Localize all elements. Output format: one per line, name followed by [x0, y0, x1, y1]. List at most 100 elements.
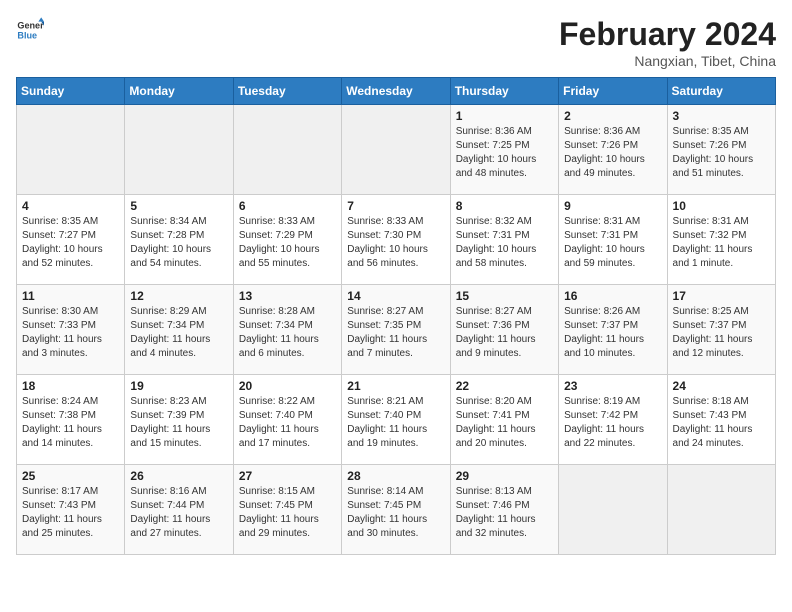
day-number: 5	[130, 199, 227, 213]
calendar-cell: 16 Sunrise: 8:26 AM Sunset: 7:37 PM Dayli…	[559, 285, 667, 375]
day-info: Sunrise: 8:30 AM Sunset: 7:33 PM Dayligh…	[22, 305, 119, 361]
day-number: 24	[673, 379, 770, 393]
day-number: 17	[673, 289, 770, 303]
calendar-cell: 14 Sunrise: 8:27 AM Sunset: 7:35 PM Dayli…	[342, 285, 450, 375]
calendar-cell: 21Sunrise: 8:21 AM Sunset: 7:40 PM Dayli…	[342, 375, 450, 465]
svg-text:Blue: Blue	[17, 30, 37, 40]
day-number: 12	[130, 289, 227, 303]
calendar-cell: 24 Sunrise: 8:18 AM Sunset: 7:43 PM Dayli…	[667, 375, 775, 465]
day-number: 3	[673, 109, 770, 123]
calendar-cell: 27 Sunrise: 8:15 AM Sunset: 7:45 PM Dayli…	[233, 465, 341, 555]
calendar-cell: 25 Sunrise: 8:17 AM Sunset: 7:43 PM Dayli…	[17, 465, 125, 555]
calendar-cell: 15Sunrise: 8:27 AM Sunset: 7:36 PM Dayli…	[450, 285, 558, 375]
calendar-table: SundayMondayTuesdayWednesdayThursdayFrid…	[16, 77, 776, 555]
day-number: 16	[564, 289, 661, 303]
calendar-cell	[342, 105, 450, 195]
day-info: Sunrise: 8:22 AM Sunset: 7:40 PM Dayligh…	[239, 395, 336, 451]
calendar-cell: 29 Sunrise: 8:13 AM Sunset: 7:46 PM Dayli…	[450, 465, 558, 555]
day-number: 25	[22, 469, 119, 483]
day-number: 14	[347, 289, 444, 303]
day-info: Sunrise: 8:34 AM Sunset: 7:28 PM Dayligh…	[130, 215, 227, 271]
calendar-cell: 8 Sunrise: 8:32 AM Sunset: 7:31 PM Daylig…	[450, 195, 558, 285]
calendar-cell: 23 Sunrise: 8:19 AM Sunset: 7:42 PM Dayli…	[559, 375, 667, 465]
calendar-cell: 28 Sunrise: 8:14 AM Sunset: 7:45 PM Dayli…	[342, 465, 450, 555]
day-info: Sunrise: 8:35 AM Sunset: 7:26 PM Dayligh…	[673, 125, 770, 181]
day-number: 28	[347, 469, 444, 483]
weekday-header-saturday: Saturday	[667, 78, 775, 105]
calendar-cell: 19 Sunrise: 8:23 AM Sunset: 7:39 PM Dayli…	[125, 375, 233, 465]
calendar-cell	[125, 105, 233, 195]
weekday-header-thursday: Thursday	[450, 78, 558, 105]
location-subtitle: Nangxian, Tibet, China	[559, 53, 776, 69]
calendar-cell	[17, 105, 125, 195]
day-info: Sunrise: 8:36 AM Sunset: 7:25 PM Dayligh…	[456, 125, 553, 181]
svg-text:General: General	[17, 21, 44, 31]
calendar-week-5: 25 Sunrise: 8:17 AM Sunset: 7:43 PM Dayli…	[17, 465, 776, 555]
day-info: Sunrise: 8:33 AM Sunset: 7:30 PM Dayligh…	[347, 215, 444, 271]
day-number: 29	[456, 469, 553, 483]
calendar-week-2: 4Sunrise: 8:35 AM Sunset: 7:27 PM Daylig…	[17, 195, 776, 285]
day-info: Sunrise: 8:15 AM Sunset: 7:45 PM Dayligh…	[239, 485, 336, 541]
calendar-cell: 4Sunrise: 8:35 AM Sunset: 7:27 PM Daylig…	[17, 195, 125, 285]
day-number: 1	[456, 109, 553, 123]
day-info: Sunrise: 8:32 AM Sunset: 7:31 PM Dayligh…	[456, 215, 553, 271]
page-header: General Blue February 2024 Nangxian, Tib…	[16, 16, 776, 69]
weekday-header-tuesday: Tuesday	[233, 78, 341, 105]
day-number: 9	[564, 199, 661, 213]
day-info: Sunrise: 8:18 AM Sunset: 7:43 PM Dayligh…	[673, 395, 770, 451]
day-number: 18	[22, 379, 119, 393]
day-info: Sunrise: 8:23 AM Sunset: 7:39 PM Dayligh…	[130, 395, 227, 451]
calendar-cell: 13Sunrise: 8:28 AM Sunset: 7:34 PM Dayli…	[233, 285, 341, 375]
calendar-cell: 11 Sunrise: 8:30 AM Sunset: 7:33 PM Dayli…	[17, 285, 125, 375]
day-number: 26	[130, 469, 227, 483]
weekday-header-row: SundayMondayTuesdayWednesdayThursdayFrid…	[17, 78, 776, 105]
day-number: 11	[22, 289, 119, 303]
weekday-header-monday: Monday	[125, 78, 233, 105]
calendar-cell: 26 Sunrise: 8:16 AM Sunset: 7:44 PM Dayli…	[125, 465, 233, 555]
calendar-cell	[559, 465, 667, 555]
day-info: Sunrise: 8:31 AM Sunset: 7:32 PM Dayligh…	[673, 215, 770, 271]
day-number: 10	[673, 199, 770, 213]
title-block: February 2024 Nangxian, Tibet, China	[559, 16, 776, 69]
day-info: Sunrise: 8:27 AM Sunset: 7:36 PM Dayligh…	[456, 305, 553, 361]
day-info: Sunrise: 8:24 AM Sunset: 7:38 PM Dayligh…	[22, 395, 119, 451]
day-info: Sunrise: 8:31 AM Sunset: 7:31 PM Dayligh…	[564, 215, 661, 271]
logo-icon: General Blue	[16, 16, 44, 44]
day-number: 13	[239, 289, 336, 303]
weekday-header-sunday: Sunday	[17, 78, 125, 105]
logo: General Blue	[16, 16, 44, 44]
calendar-cell: 22Sunrise: 8:20 AM Sunset: 7:41 PM Dayli…	[450, 375, 558, 465]
day-number: 6	[239, 199, 336, 213]
day-info: Sunrise: 8:29 AM Sunset: 7:34 PM Dayligh…	[130, 305, 227, 361]
weekday-header-wednesday: Wednesday	[342, 78, 450, 105]
calendar-cell: 9 Sunrise: 8:31 AM Sunset: 7:31 PM Daylig…	[559, 195, 667, 285]
day-info: Sunrise: 8:27 AM Sunset: 7:35 PM Dayligh…	[347, 305, 444, 361]
calendar-cell: 1 Sunrise: 8:36 AM Sunset: 7:25 PM Daylig…	[450, 105, 558, 195]
day-number: 4	[22, 199, 119, 213]
day-info: Sunrise: 8:26 AM Sunset: 7:37 PM Dayligh…	[564, 305, 661, 361]
month-year-title: February 2024	[559, 16, 776, 53]
calendar-cell: 18 Sunrise: 8:24 AM Sunset: 7:38 PM Dayli…	[17, 375, 125, 465]
day-info: Sunrise: 8:13 AM Sunset: 7:46 PM Dayligh…	[456, 485, 553, 541]
day-info: Sunrise: 8:16 AM Sunset: 7:44 PM Dayligh…	[130, 485, 227, 541]
day-number: 8	[456, 199, 553, 213]
calendar-cell: 3 Sunrise: 8:35 AM Sunset: 7:26 PM Daylig…	[667, 105, 775, 195]
day-info: Sunrise: 8:36 AM Sunset: 7:26 PM Dayligh…	[564, 125, 661, 181]
weekday-header-friday: Friday	[559, 78, 667, 105]
day-info: Sunrise: 8:17 AM Sunset: 7:43 PM Dayligh…	[22, 485, 119, 541]
calendar-cell	[233, 105, 341, 195]
day-number: 20	[239, 379, 336, 393]
calendar-cell: 7Sunrise: 8:33 AM Sunset: 7:30 PM Daylig…	[342, 195, 450, 285]
calendar-cell: 6 Sunrise: 8:33 AM Sunset: 7:29 PM Daylig…	[233, 195, 341, 285]
day-info: Sunrise: 8:19 AM Sunset: 7:42 PM Dayligh…	[564, 395, 661, 451]
day-number: 19	[130, 379, 227, 393]
day-info: Sunrise: 8:14 AM Sunset: 7:45 PM Dayligh…	[347, 485, 444, 541]
calendar-cell: 17Sunrise: 8:25 AM Sunset: 7:37 PM Dayli…	[667, 285, 775, 375]
day-number: 23	[564, 379, 661, 393]
day-number: 2	[564, 109, 661, 123]
day-number: 21	[347, 379, 444, 393]
calendar-week-3: 11 Sunrise: 8:30 AM Sunset: 7:33 PM Dayli…	[17, 285, 776, 375]
day-number: 27	[239, 469, 336, 483]
day-info: Sunrise: 8:33 AM Sunset: 7:29 PM Dayligh…	[239, 215, 336, 271]
calendar-cell: 12 Sunrise: 8:29 AM Sunset: 7:34 PM Dayli…	[125, 285, 233, 375]
